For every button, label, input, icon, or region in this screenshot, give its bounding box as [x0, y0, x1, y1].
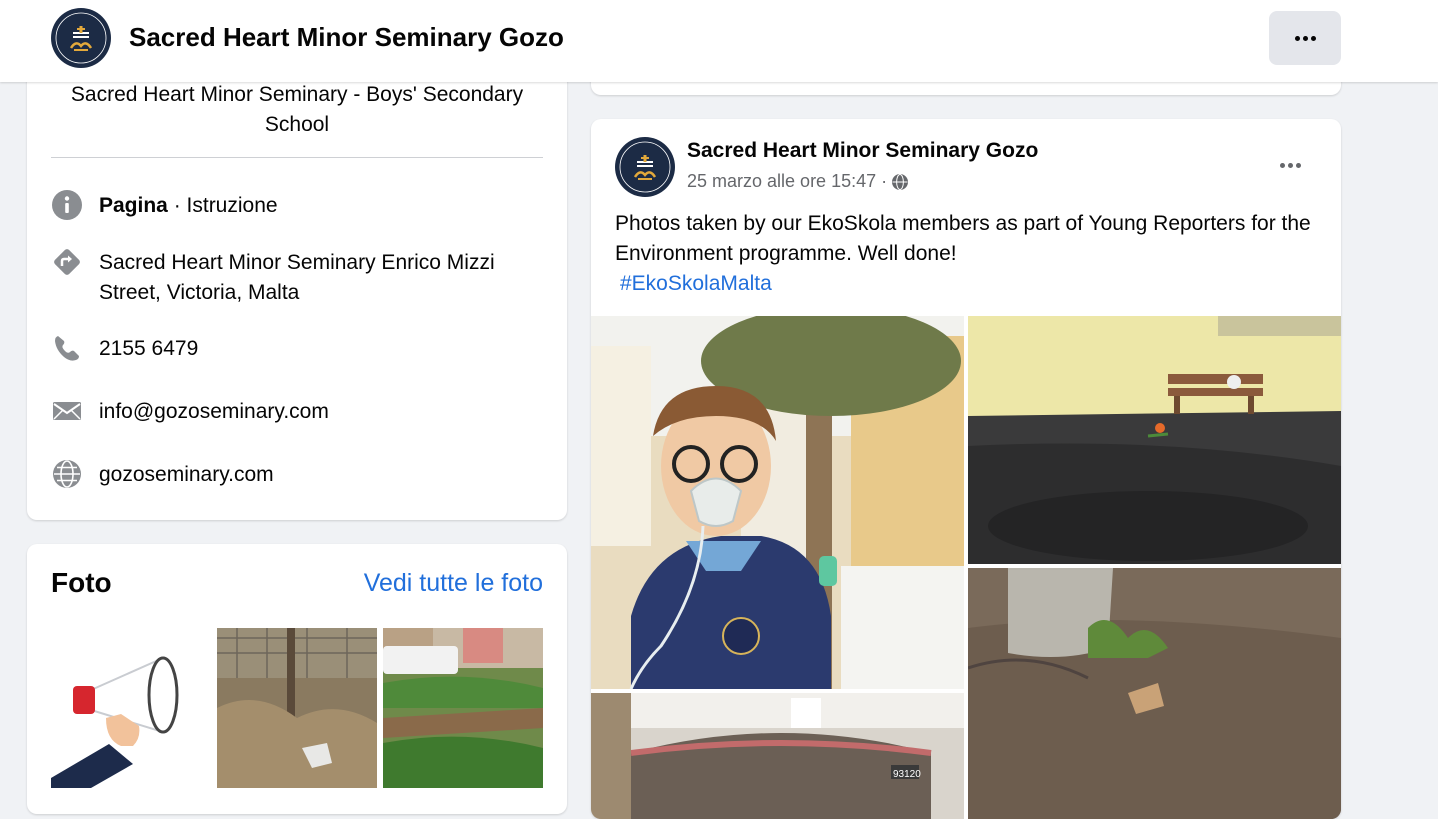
info-row-phone: 2155 6479 [51, 334, 543, 364]
more-dots-icon [1279, 162, 1301, 168]
photo-thumb-vegetable-field[interactable] [383, 628, 543, 788]
post-timestamp[interactable]: 25 marzo alle ore 15:47 · [687, 171, 887, 192]
page-logo[interactable] [51, 8, 111, 68]
info-row-category: Pagina · Istruzione [51, 189, 543, 221]
globe-icon [51, 458, 83, 490]
post-meta: 25 marzo alle ore 15:47 · [687, 171, 909, 192]
post-photo-boy-mask[interactable] [591, 316, 964, 689]
post-photo-cup-ground[interactable] [968, 568, 1341, 819]
info-icon [51, 189, 83, 221]
classroom-sign-text: 93120 [893, 769, 921, 780]
see-all-photos-link[interactable]: Vedi tutte le foto [364, 569, 543, 598]
photo-thumb-garden-debris[interactable] [217, 628, 377, 788]
address-text[interactable]: Sacred Heart Minor Seminary Enrico Mizzi… [99, 248, 543, 308]
intro-description: Sacred Heart Minor Seminary - Boys' Seco… [70, 83, 524, 136]
info-row-address: Sacred Heart Minor Seminary Enrico Mizzi… [51, 248, 543, 308]
category-value: · Istruzione [167, 194, 278, 217]
phone-text[interactable]: 2155 6479 [99, 334, 198, 364]
website-link[interactable]: gozoseminary.com [99, 460, 274, 490]
intro-card: Sacred Heart Minor Seminary - Boys' Seco… [27, 60, 567, 520]
photo-thumb-megaphone[interactable] [51, 628, 211, 788]
post-author-avatar[interactable] [615, 137, 675, 197]
photos-card: Foto Vedi tutte le foto [27, 544, 567, 814]
intro-divider [51, 157, 543, 158]
page-title[interactable]: Sacred Heart Minor Seminary Gozo [129, 22, 564, 53]
post-hashtag-link[interactable]: #EkoSkolaMalta [620, 269, 772, 299]
info-row-website: gozoseminary.com [51, 460, 543, 490]
envelope-icon [51, 395, 83, 427]
post-author-name[interactable]: Sacred Heart Minor Seminary Gozo [687, 139, 1038, 163]
phone-icon [51, 332, 83, 364]
megaphone-icon [51, 628, 211, 788]
page-more-button[interactable] [1269, 11, 1341, 65]
page-header: Sacred Heart Minor Seminary Gozo [0, 0, 1438, 82]
seminary-logo-icon [51, 8, 111, 68]
globe-icon [892, 173, 909, 190]
photos-title: Foto [51, 567, 112, 598]
directions-icon [51, 246, 83, 278]
more-dots-icon [1294, 35, 1316, 41]
post-photo-bench[interactable] [968, 316, 1341, 564]
post-more-button[interactable] [1266, 147, 1314, 183]
info-row-email: info@gozoseminary.com [51, 397, 543, 427]
post-card: Sacred Heart Minor Seminary Gozo 25 marz… [591, 119, 1341, 819]
post-body-text: Photos taken by our EkoSkola members as … [615, 212, 1311, 265]
email-text[interactable]: info@gozoseminary.com [99, 397, 329, 427]
seminary-logo-icon [615, 137, 675, 197]
post-photo-classroom[interactable]: 93120 [591, 693, 964, 819]
category-label: Pagina [99, 194, 168, 217]
category-text: Pagina · Istruzione [99, 191, 278, 221]
